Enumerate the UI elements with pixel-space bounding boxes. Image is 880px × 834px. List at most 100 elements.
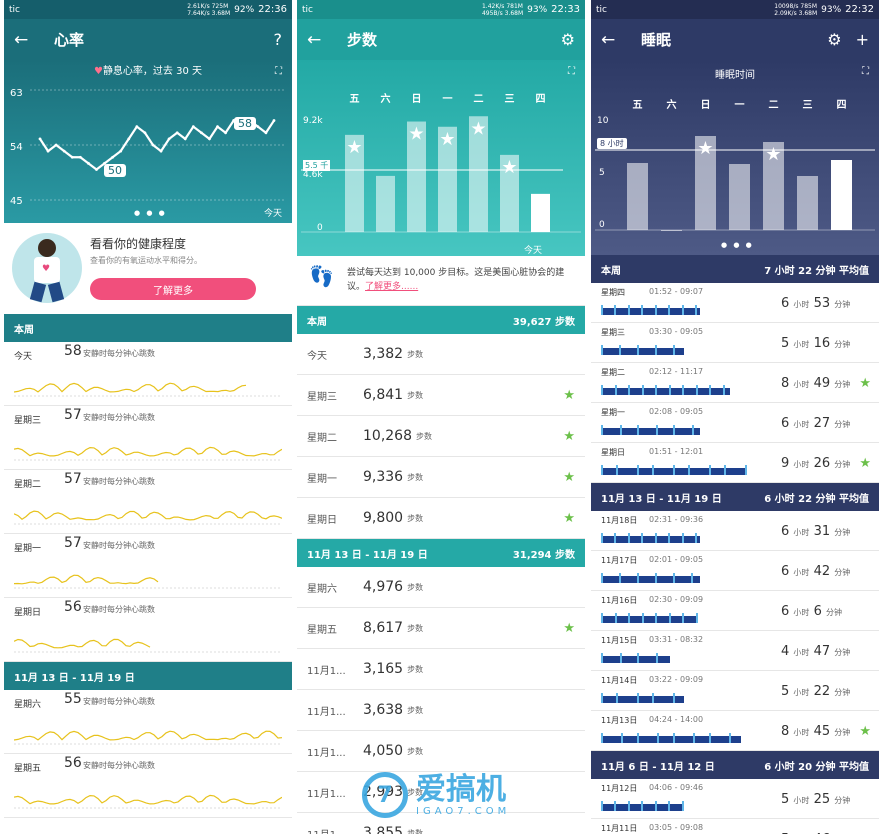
unit-label: 步数	[407, 746, 424, 756]
awake-tick	[620, 653, 622, 663]
sleep-day-row[interactable]: 11月13日 04:24 - 14:00 8 小时 45 分钟 ★	[591, 711, 879, 751]
sleep-day-row[interactable]: 11月15日 03:31 - 08:32 4 小时 47 分钟	[591, 631, 879, 671]
steps-week-list: 今天 3,382 步数 星期三 6,841 步数 ★ 星期二 10,268 步数 ★ 星期一 9,336…	[297, 334, 585, 539]
steps-day-row[interactable]: 11月1... 4,050 步数	[297, 731, 585, 772]
sleep-time-range: 02:08 - 09:05	[649, 407, 704, 416]
page-dots[interactable]: ● ● ●	[134, 209, 167, 217]
awake-tick	[655, 801, 657, 811]
awake-tick	[652, 693, 654, 703]
steps-day-row[interactable]: 星期二 10,268 步数 ★	[297, 416, 585, 457]
heart-point	[216, 125, 219, 129]
runner-avatar: ♥	[12, 233, 82, 303]
day-label: 11月1...	[307, 747, 346, 759]
back-arrow-icon[interactable]: ←	[601, 30, 617, 50]
awake-tick	[619, 573, 621, 583]
day-label: 11月13日	[601, 716, 638, 725]
learn-more-link[interactable]: 了解更多......	[365, 282, 418, 292]
awake-tick	[709, 465, 711, 475]
sleep-day-row[interactable]: 11月14日 03:22 - 09:09 5 小时 22 分钟	[591, 671, 879, 711]
steps-day-row[interactable]: 星期日 9,800 步数 ★	[297, 498, 585, 539]
sleep-time-range: 03:30 - 09:05	[649, 327, 704, 336]
heart-day-row[interactable]: 星期日 56 安静时每分钟心跳数	[4, 598, 292, 662]
steps-day-row[interactable]: 星期五 8,617 步数 ★	[297, 608, 585, 649]
day-label: 星期一	[14, 544, 42, 554]
day-bar[interactable]	[376, 175, 395, 232]
sleep-day-row[interactable]: 星期一 02:08 - 09:05 6 小时 27 分钟	[591, 403, 879, 443]
sleep-day-row[interactable]: 11月17日 02:01 - 09:05 6 小时 42 分钟	[591, 551, 879, 591]
day-bar[interactable]	[627, 163, 648, 230]
heart-day-row[interactable]: 星期五 56 安静时每分钟心跳数	[4, 754, 292, 818]
day-bar[interactable]	[831, 160, 852, 230]
unit-label: 步数	[407, 623, 424, 633]
hr-sparkline	[14, 574, 282, 589]
awake-tick	[682, 533, 684, 543]
sleep-day-row[interactable]: 星期日 01:51 - 12:01 9 小时 26 分钟 ★	[591, 443, 879, 483]
day-bar[interactable]	[797, 176, 818, 230]
resting-hr-value: 57	[64, 471, 82, 487]
awake-tick	[682, 613, 684, 623]
hr-sparkline	[14, 510, 282, 525]
plus-icon[interactable]: +	[856, 30, 869, 49]
awake-tick	[637, 733, 639, 743]
steps-day-row[interactable]: 11月1... 3,165 步数	[297, 649, 585, 690]
sleep-day-row[interactable]: 11月11日03:05 - 09:085 小时 46 分钟	[591, 819, 879, 834]
goal-star-icon: ★	[408, 124, 424, 145]
page-dots[interactable]: ● ● ●	[721, 241, 754, 249]
heart-day-row[interactable]: 星期二 57 安静时每分钟心跳数	[4, 470, 292, 534]
awake-tick	[695, 305, 697, 315]
hr-spark-series	[14, 446, 282, 457]
hr-sparkline	[14, 730, 282, 745]
sleep-day-row[interactable]: 星期四 01:52 - 09:07 6 小时 53 分钟	[591, 283, 879, 323]
back-arrow-icon[interactable]: ←	[307, 30, 323, 50]
sleep-day-row[interactable]: 星期三 03:30 - 09:05 5 小时 16 分钟	[591, 323, 879, 363]
steps-day-row[interactable]: 星期三 6,841 步数 ★	[297, 375, 585, 416]
awake-tick	[601, 801, 603, 811]
gear-icon[interactable]: ⚙	[827, 30, 841, 49]
day-bar[interactable]	[531, 193, 550, 232]
today-label: 今天	[524, 246, 543, 256]
steps-day-row[interactable]: 星期六 4,976 步数	[297, 567, 585, 608]
awake-tick	[696, 613, 698, 623]
awake-tick	[682, 801, 684, 811]
heart-day-row[interactable]: 星期一 57 安静时每分钟心跳数	[4, 534, 292, 598]
steps-value: 3,638	[363, 702, 404, 718]
heart-point	[208, 137, 211, 141]
sleep-day-row[interactable]: 11月12日 04:06 - 09:46 5 小时 25 分钟	[591, 779, 879, 819]
heart-day-row[interactable]: 今天 58 安静时每分钟心跳数	[4, 342, 292, 406]
promo-title: 看看你的健康程度	[90, 237, 187, 251]
awake-tick	[673, 425, 675, 435]
hr-spark-series	[14, 638, 151, 649]
goal-star-icon: ★	[501, 157, 517, 178]
help-icon[interactable]: ?	[274, 30, 283, 49]
day-label: 星期一	[601, 408, 625, 417]
awake-tick	[614, 801, 616, 811]
gear-icon[interactable]: ⚙	[561, 30, 575, 49]
learn-more-button[interactable]: 了解更多	[90, 278, 256, 300]
steps-value: 3,855	[363, 825, 404, 834]
heart-day-row[interactable]: 星期六 55 安静时每分钟心跳数	[4, 690, 292, 754]
awake-tick	[669, 385, 671, 395]
steps-value: 8,617	[363, 620, 404, 636]
awake-tick	[641, 305, 643, 315]
day-bar[interactable]	[729, 164, 750, 230]
heart-day-row[interactable]: 星期三 57 安静时每分钟心跳数	[4, 406, 292, 470]
sleep-day-row[interactable]: 星期二 02:12 - 11:17 8 小时 49 分钟 ★	[591, 363, 879, 403]
sleep-day-row[interactable]: 11月18日 02:31 - 09:36 6 小时 31 分钟	[591, 511, 879, 551]
heart-point	[78, 155, 82, 159]
heart-point	[264, 131, 268, 135]
carrier: tic	[302, 4, 313, 15]
goal-star-icon: ★	[346, 137, 362, 158]
goal-star-icon: ★	[859, 376, 871, 391]
steps-day-row[interactable]: 星期一 9,336 步数 ★	[297, 457, 585, 498]
awake-tick	[601, 425, 603, 435]
unit-label: 步数	[416, 431, 432, 441]
back-arrow-icon[interactable]: ←	[14, 30, 30, 50]
steps-day-row[interactable]: 今天 3,382 步数	[297, 334, 585, 375]
day-label: 11月1...	[307, 665, 346, 677]
steps-day-row[interactable]: 11月1... 3,638 步数	[297, 690, 585, 731]
awake-tick	[628, 801, 630, 811]
heart-point	[175, 131, 179, 135]
sleep-day-row[interactable]: 11月16日 02:30 - 09:09 6 小时 6 分钟	[591, 591, 879, 631]
awake-tick	[673, 345, 675, 355]
min-bubble: 50	[104, 164, 126, 177]
